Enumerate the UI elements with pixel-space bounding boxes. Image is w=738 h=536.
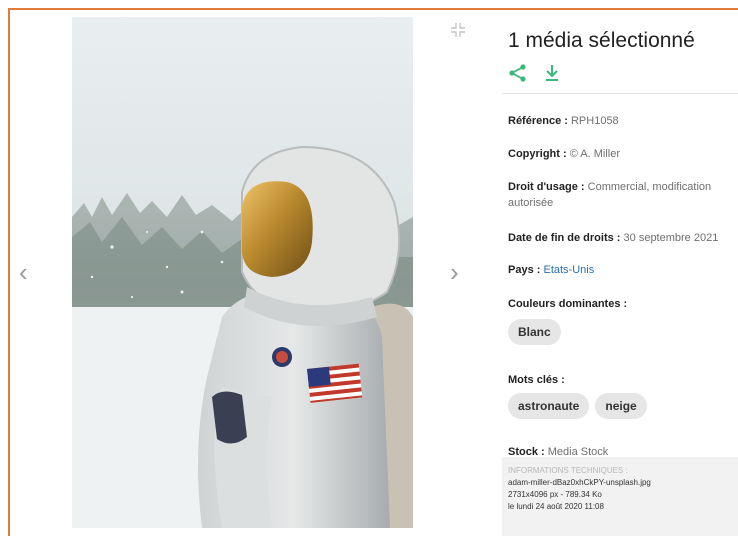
download-icon[interactable] [542, 63, 562, 83]
color-tags: Blanc [508, 319, 561, 345]
technical-date: le lundi 24 août 2020 11:08 [508, 502, 604, 511]
usage-row: Droit d'usage : Commercial, modification… [508, 180, 736, 212]
copyright-label: Copyright : [508, 148, 567, 160]
keyword-tag[interactable]: astronaute [508, 393, 590, 419]
action-bar [508, 63, 562, 83]
reference-value: RPH1058 [570, 115, 619, 127]
media-preview-image [72, 17, 413, 528]
end-date-row: Date de fin de droits : 30 septembre 202… [508, 231, 736, 247]
end-date-label: Date de fin de droits : [508, 232, 621, 244]
country-label: Pays : [508, 264, 541, 276]
technical-heading: INFORMATIONS TECHNIQUES : [508, 466, 628, 475]
share-icon[interactable] [508, 63, 528, 83]
reference-row: Référence : RPH1058 [508, 114, 736, 130]
technical-filename: adam-miller-dBaz0xhCkPY-unsplash.jpg [508, 478, 651, 487]
page-title: 1 média sélectionné [508, 29, 695, 52]
usage-label: Droit d'usage : [508, 181, 585, 193]
technical-info: INFORMATIONS TECHNIQUES : adam-miller-dB… [502, 457, 738, 536]
chevron-left-icon[interactable]: ‹ [19, 259, 28, 285]
keyword-tags: astronaute neige [508, 393, 647, 419]
country-link[interactable]: Etats-Unis [543, 264, 594, 276]
details-panel: 1 média sélectionné Référence : RPH1058 … [502, 17, 738, 536]
copyright-value: © A. Miller [569, 148, 621, 160]
divider [502, 93, 738, 94]
copyright-row: Copyright : © A. Miller [508, 147, 736, 163]
country-row: Pays : Etats-Unis [508, 263, 736, 279]
keywords-row: Mots clés : [508, 373, 736, 389]
colors-label: Couleurs dominantes : [508, 298, 628, 310]
technical-dimensions: 2731x4096 px - 789.34 Ko [508, 490, 602, 499]
colors-row: Couleurs dominantes : [508, 297, 736, 313]
reference-label: Référence : [508, 115, 568, 127]
color-tag[interactable]: Blanc [508, 319, 561, 345]
chevron-right-icon[interactable]: › [450, 259, 459, 285]
collapse-icon[interactable] [450, 22, 466, 38]
keywords-label: Mots clés : [508, 374, 565, 386]
end-date-value: 30 septembre 2021 [623, 232, 719, 244]
keyword-tag[interactable]: neige [595, 393, 647, 419]
